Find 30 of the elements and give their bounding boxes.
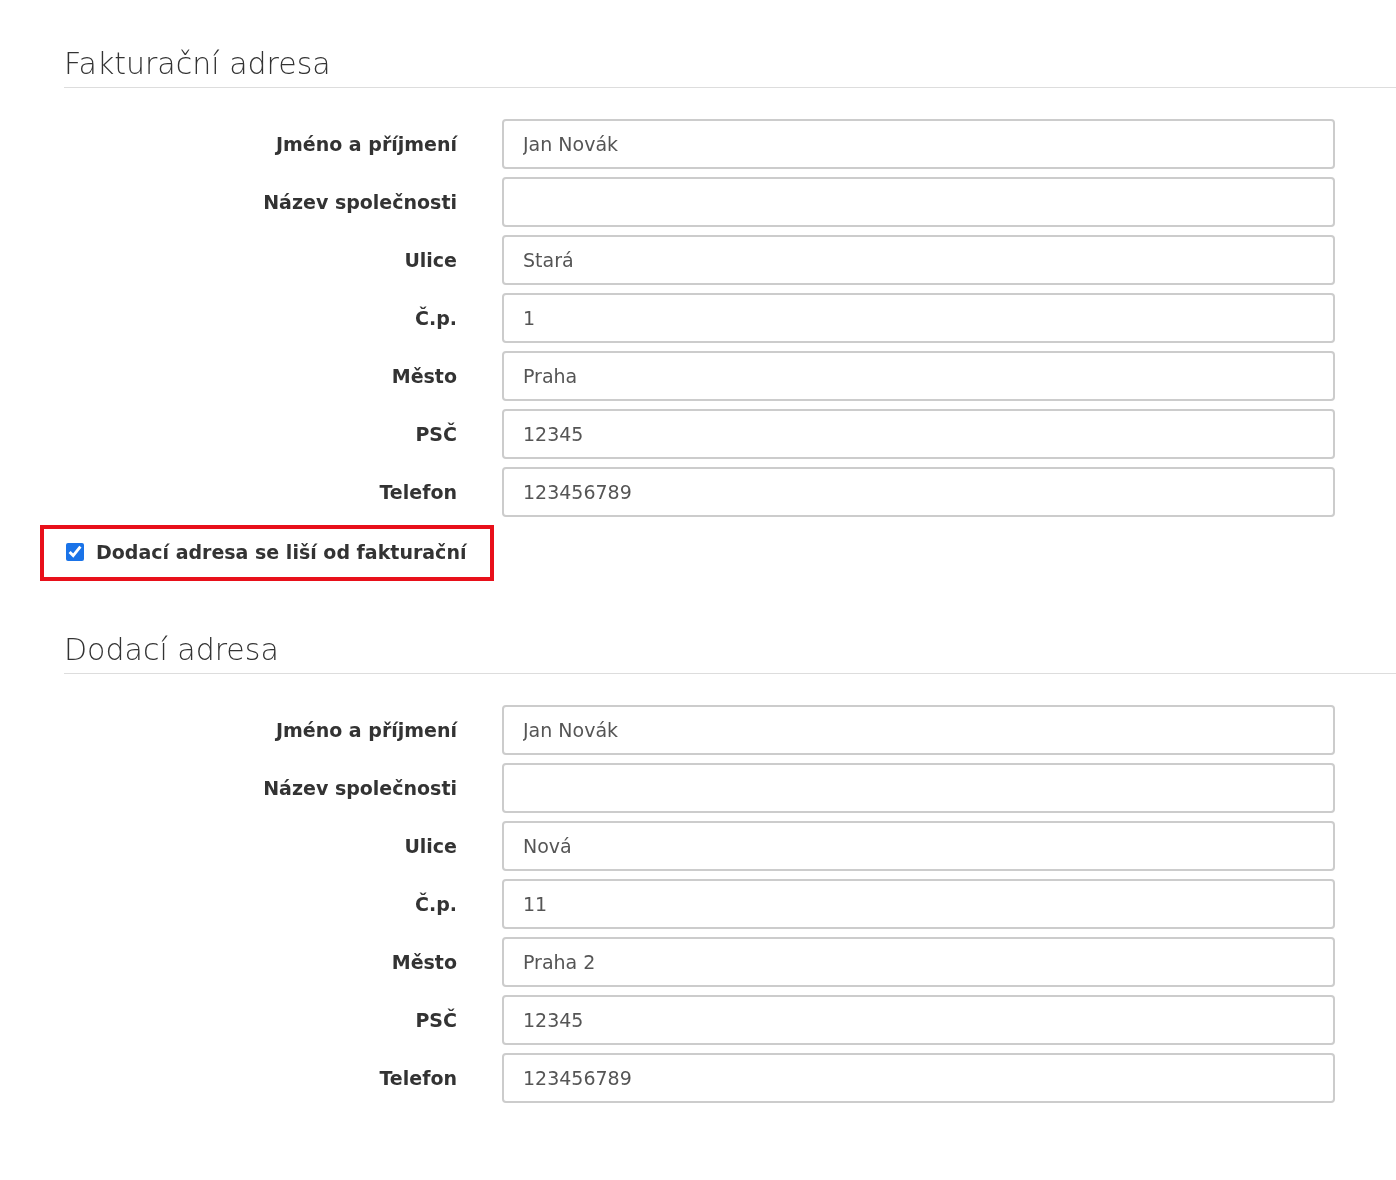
input-field[interactable]: 123456789 [502, 467, 1335, 517]
field-label: Město [390, 364, 457, 389]
field-label: Telefon [378, 1066, 457, 1091]
input-field[interactable]: Praha [502, 351, 1335, 401]
input-field[interactable]: Praha 2 [502, 937, 1335, 987]
field-label: Č.p. [414, 891, 457, 917]
field-label: Název společnosti [262, 190, 457, 215]
input-field[interactable]: 1 [502, 293, 1335, 343]
section-heading: Fakturační adresa [64, 45, 1396, 88]
field-label: Ulice [403, 248, 457, 273]
checkbox[interactable] [66, 543, 84, 561]
field-label: Název společnosti [262, 776, 457, 801]
input-field[interactable]: Stará [502, 235, 1335, 285]
input-field[interactable]: 12345 [502, 995, 1335, 1045]
field-label: Jméno a příjmení [274, 718, 457, 743]
field-label: PSČ [414, 1007, 457, 1033]
input-field[interactable]: 11 [502, 879, 1335, 929]
field-label: Č.p. [414, 305, 457, 331]
input-field[interactable] [502, 177, 1335, 227]
field-label: Město [390, 950, 457, 975]
section-heading: Dodací adresa [64, 631, 1396, 674]
checkbox-label[interactable]: Dodací adresa se liší od fakturační [96, 541, 467, 563]
field-label: Telefon [378, 480, 457, 505]
input-field[interactable]: 123456789 [502, 1053, 1335, 1103]
input-field[interactable] [502, 763, 1335, 813]
input-field[interactable]: Nová [502, 821, 1335, 871]
field-label: Jméno a příjmení [274, 132, 457, 157]
field-label: Ulice [403, 834, 457, 859]
field-label: PSČ [414, 421, 457, 447]
input-field[interactable]: 12345 [502, 409, 1335, 459]
